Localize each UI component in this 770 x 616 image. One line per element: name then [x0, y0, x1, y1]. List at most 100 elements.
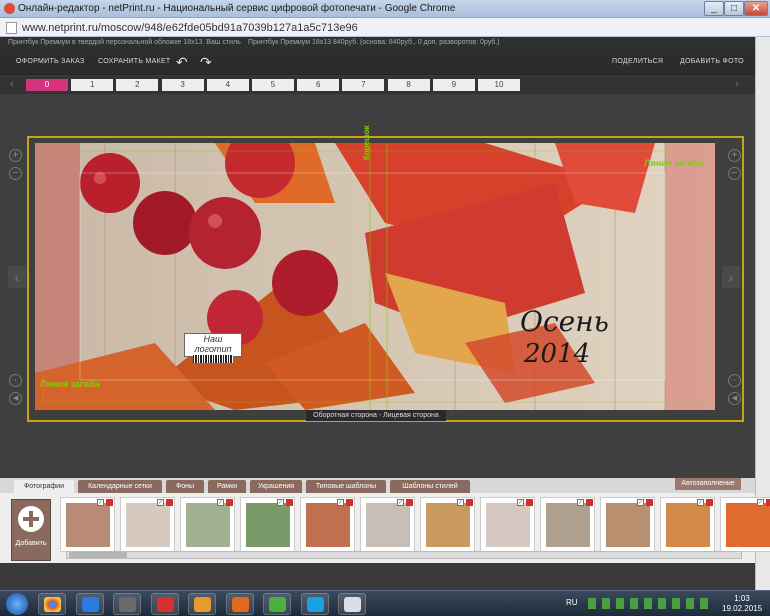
tab-bottom-0[interactable]: Фотографии [14, 480, 74, 493]
taskbar-chrome-icon[interactable] [38, 593, 66, 615]
tab-bottom-6[interactable]: Шаблоны стилей [390, 480, 470, 493]
add-photo-button[interactable]: ДОБАВИТЬ ФОТО [680, 58, 744, 65]
tab-bottom-3[interactable]: Рамки [208, 480, 246, 493]
taskbar-media-icon[interactable] [188, 593, 216, 615]
taskbar-explorer-icon[interactable] [113, 593, 141, 615]
photo-thumbnail[interactable]: ✓ [360, 497, 415, 552]
prev-page-icon[interactable]: ‹ [10, 78, 14, 90]
photo-thumbnail[interactable]: ✓ [480, 497, 535, 552]
delete-icon[interactable] [346, 499, 353, 506]
photo-thumbnail[interactable]: ✓ [180, 497, 235, 552]
delete-icon[interactable] [406, 499, 413, 506]
page-tab-0[interactable]: 0 [26, 79, 68, 91]
url-text[interactable]: www.netprint.ru/moscow/948/e62fde05bd91a… [22, 22, 358, 34]
check-icon[interactable]: ✓ [277, 499, 284, 506]
page-tab-1[interactable]: 1 [71, 79, 114, 91]
taskbar-document-icon[interactable] [338, 593, 366, 615]
language-indicator[interactable]: RU [566, 598, 578, 607]
check-icon[interactable]: ✓ [337, 499, 344, 506]
delete-icon[interactable] [526, 499, 533, 506]
check-icon[interactable]: ✓ [577, 499, 584, 506]
delete-icon[interactable] [226, 499, 233, 506]
prev-spread-icon[interactable]: ‹ [8, 266, 26, 288]
check-icon[interactable]: ✓ [157, 499, 164, 506]
close-button[interactable]: ✕ [744, 1, 768, 16]
thumbnail-image [666, 503, 710, 547]
taskbar-ie-icon[interactable] [76, 593, 104, 615]
page-tab-10[interactable]: 10 [478, 79, 520, 91]
minimize-button[interactable]: _ [704, 1, 724, 16]
sound-icon[interactable]: ◂ [9, 392, 22, 405]
editor-toolbar: ОФОРМИТЬ ЗАКАЗ СОХРАНИТЬ МАКЕТ ↶ ↷ ПОДЕЛ… [0, 49, 755, 116]
photo-thumbnail[interactable]: ✓ [300, 497, 355, 552]
system-tray-icons[interactable] [588, 598, 708, 609]
redo-icon[interactable]: ↷ [200, 54, 212, 71]
horizontal-scrollbar[interactable] [66, 551, 742, 559]
chrome-icon [4, 3, 15, 14]
taskbar-utorrent-icon[interactable] [263, 593, 291, 615]
check-icon[interactable]: ✓ [397, 499, 404, 506]
cover-photo[interactable] [35, 143, 715, 410]
photo-thumbnail[interactable]: ✓ [120, 497, 175, 552]
taskbar-skype-icon[interactable] [301, 593, 329, 615]
check-icon[interactable]: ✓ [217, 499, 224, 506]
photo-thumbnail[interactable]: ✓ [660, 497, 715, 552]
page-tab-8[interactable]: 8 [387, 79, 430, 91]
delete-icon[interactable] [466, 499, 473, 506]
tab-bottom-1[interactable]: Календарные сетки [78, 480, 162, 493]
thumbnail-image [426, 503, 470, 547]
tab-bottom-2[interactable]: Фоны [166, 480, 204, 493]
start-button[interactable] [6, 593, 28, 615]
settings-icon[interactable]: · [9, 374, 22, 387]
page-tab-7[interactable]: 7 [342, 79, 385, 91]
address-bar[interactable]: www.netprint.ru/moscow/948/e62fde05bd91a… [0, 18, 770, 37]
check-icon[interactable]: ✓ [757, 499, 764, 506]
maximize-button[interactable]: □ [724, 1, 744, 16]
tab-bottom-4[interactable]: Украшения [250, 480, 302, 493]
taskbar-yandex-icon[interactable] [151, 593, 179, 615]
page-tab-5[interactable]: 5 [252, 79, 294, 91]
add-photo-tile[interactable]: Добавить [11, 499, 51, 561]
check-icon[interactable]: ✓ [97, 499, 104, 506]
page-tab-6[interactable]: 6 [297, 79, 340, 91]
check-icon[interactable]: ✓ [697, 499, 704, 506]
share-button[interactable]: ПОДЕЛИТЬСЯ [612, 58, 663, 65]
delete-icon[interactable] [166, 499, 173, 506]
cover-title-text[interactable]: Осень [520, 305, 609, 338]
check-icon[interactable]: ✓ [517, 499, 524, 506]
photo-thumbnail[interactable]: ✓ [720, 497, 770, 552]
photo-thumbnail[interactable]: ✓ [60, 497, 115, 552]
page-tab-2[interactable]: 2 [116, 79, 159, 91]
check-icon[interactable]: ✓ [637, 499, 644, 506]
taskbar-firefox-icon[interactable] [226, 593, 254, 615]
clock[interactable]: 1:03 19.02.2015 [722, 594, 762, 614]
photo-thumbnail[interactable]: ✓ [540, 497, 595, 552]
delete-icon[interactable] [706, 499, 713, 506]
page-icon [6, 22, 17, 34]
delete-icon[interactable] [106, 499, 113, 506]
order-button[interactable]: ОФОРМИТЬ ЗАКАЗ [16, 58, 84, 65]
autofill-button[interactable]: Автозаполнение [675, 478, 741, 490]
photo-thumbnail[interactable]: ✓ [420, 497, 475, 552]
check-icon[interactable]: ✓ [457, 499, 464, 506]
zoom-out-icon[interactable]: − [9, 167, 22, 180]
delete-icon[interactable] [286, 499, 293, 506]
delete-icon[interactable] [586, 499, 593, 506]
delete-icon[interactable] [766, 499, 770, 506]
scroll-thumb[interactable] [69, 552, 127, 558]
photo-thumbnail[interactable]: ✓ [600, 497, 655, 552]
next-page-icon[interactable]: › [735, 78, 739, 90]
delete-icon[interactable] [646, 499, 653, 506]
logo-placeholder[interactable]: Наш логотип [184, 333, 242, 363]
tab-bottom-5[interactable]: Типовые шаблоны [306, 480, 386, 493]
photo-thumbnail[interactable]: ✓ [240, 497, 295, 552]
page-tab-3[interactable]: 3 [161, 79, 204, 91]
cover-year-text[interactable]: 2014 [524, 339, 590, 369]
page-tab-4[interactable]: 4 [206, 79, 249, 91]
undo-icon[interactable]: ↶ [176, 54, 188, 71]
zoom-in-icon[interactable]: + [9, 149, 22, 162]
page-tab-9[interactable]: 9 [432, 79, 475, 91]
page-tabs: ‹ 0 1 2 3 4 5 6 7 8 9 10 › [0, 76, 755, 94]
window-titlebar: Онлайн-редактор - netPrint.ru - Национал… [0, 0, 770, 18]
save-layout-button[interactable]: СОХРАНИТЬ МАКЕТ [98, 58, 171, 65]
